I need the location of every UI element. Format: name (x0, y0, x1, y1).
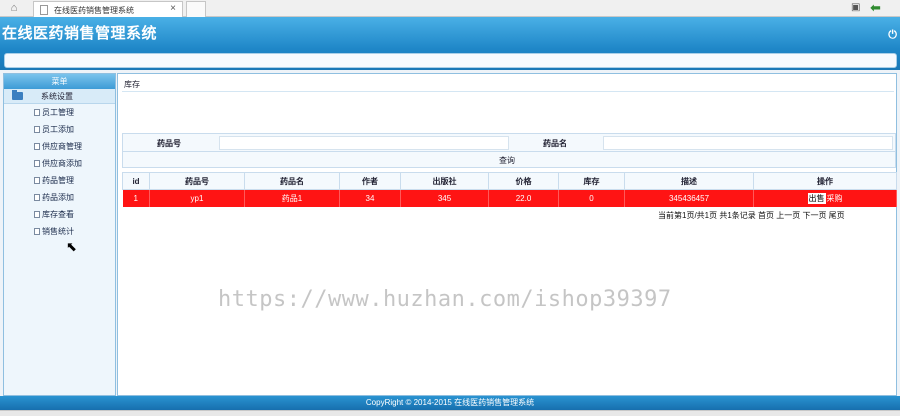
power-icon[interactable]: ⏻ (888, 29, 897, 42)
inventory-table: id 药品号 药品名 作者 出版社 价格 库存 描述 操作 1 yp1 药品1 … (122, 172, 897, 207)
column-header: 药品名 (244, 172, 340, 190)
cell-actions: 出售 采购 (753, 189, 897, 207)
cell-author: 34 (339, 189, 401, 207)
compatibility-icon[interactable]: ▣ (851, 2, 863, 14)
query-button[interactable]: 查询 (499, 155, 515, 166)
mouse-cursor-icon: ⬉ (66, 239, 77, 254)
sidebar-item-supplier-add[interactable]: 供应商添加 (4, 155, 115, 172)
sidebar: 菜单 系统设置 员工管理 员工添加 供应商管理 供应商添加 药品管理 药品添加 … (3, 73, 116, 396)
page-icon (34, 177, 40, 184)
drug-name-input[interactable] (603, 136, 893, 150)
page-icon (34, 194, 40, 201)
column-header: 药品号 (149, 172, 245, 190)
new-tab-button[interactable] (186, 1, 206, 17)
column-header: 出版社 (400, 172, 489, 190)
sidebar-item-sales-stats[interactable]: 销售统计 (4, 223, 115, 240)
cell-name: 药品1 (244, 189, 340, 207)
column-header: 操作 (753, 172, 897, 190)
sidebar-item-supplier-management[interactable]: 供应商管理 (4, 138, 115, 155)
search-form: 药品号 药品名 查询 (122, 133, 896, 168)
breadcrumb: 库存 (124, 80, 140, 89)
main-panel: 库存 药品号 药品名 查询 id 药品号 药品名 作者 出版社 价格 库存 描述… (117, 73, 897, 396)
pagination[interactable]: 当前第1页/共1页 共1条记录 首页 上一页 下一页 尾页 (658, 210, 845, 221)
page-icon (34, 228, 40, 235)
divider (122, 91, 894, 92)
tab-title: 在线医药销售管理系统 (54, 6, 134, 15)
page-icon (34, 211, 40, 218)
menu-title: 菜单 (4, 74, 115, 89)
sidebar-item-drug-management[interactable]: 药品管理 (4, 172, 115, 189)
sidebar-item-staff-add[interactable]: 员工添加 (4, 121, 115, 138)
back-arrow-icon[interactable]: ⬅ (870, 1, 886, 15)
drug-name-label: 药品名 (543, 139, 567, 148)
sidebar-section-system-settings[interactable]: 系统设置 (4, 89, 115, 104)
cell-price: 22.0 (488, 189, 559, 207)
home-icon[interactable]: ⌂ (7, 2, 21, 14)
app-header: 在线医药销售管理系统 ⏻ (0, 17, 900, 70)
tab-close-icon[interactable]: × (170, 3, 176, 14)
sidebar-item-staff-management[interactable]: 员工管理 (4, 104, 115, 121)
search-row: 药品号 药品名 (123, 134, 895, 152)
header-strip (4, 53, 897, 68)
page-icon (34, 160, 40, 167)
browser-status-bar (0, 410, 900, 416)
sell-button[interactable]: 出售 (807, 192, 826, 204)
column-header: 描述 (624, 172, 754, 190)
column-header: id (122, 172, 150, 190)
page-icon (40, 5, 48, 15)
page-icon (34, 109, 40, 116)
page-icon (34, 126, 40, 133)
column-header: 价格 (488, 172, 559, 190)
drug-code-input[interactable] (219, 136, 509, 150)
table-row[interactable]: 1 yp1 药品1 34 345 22.0 0 345436457 出售 采购 (122, 189, 897, 207)
table-header-row: id 药品号 药品名 作者 出版社 价格 库存 描述 操作 (122, 172, 897, 190)
column-header: 库存 (558, 172, 625, 190)
purchase-button[interactable]: 采购 (827, 194, 843, 203)
browser-toolbar: ⌂ 在线医药销售管理系统 × ▣ ⬅ (0, 0, 900, 17)
section-label: 系统设置 (41, 92, 73, 101)
footer: CopyRight © 2014-2015 在线医药销售管理系统 (0, 396, 900, 410)
browser-tab[interactable]: 在线医药销售管理系统 × (33, 1, 183, 17)
cell-code: yp1 (149, 189, 245, 207)
drug-code-label: 药品号 (157, 139, 181, 148)
column-header: 作者 (339, 172, 401, 190)
cell-id: 1 (122, 189, 150, 207)
folder-icon (12, 90, 23, 100)
app-title: 在线医药销售管理系统 (2, 25, 158, 42)
sidebar-item-inventory[interactable]: 库存查看 (4, 206, 115, 223)
cell-publisher: 345 (400, 189, 489, 207)
sidebar-item-drug-add[interactable]: 药品添加 (4, 189, 115, 206)
watermark: https://www.huzhan.com/ishop39397 (218, 287, 672, 312)
page-icon (34, 143, 40, 150)
cell-desc: 345436457 (624, 189, 754, 207)
cell-stock: 0 (558, 189, 625, 207)
